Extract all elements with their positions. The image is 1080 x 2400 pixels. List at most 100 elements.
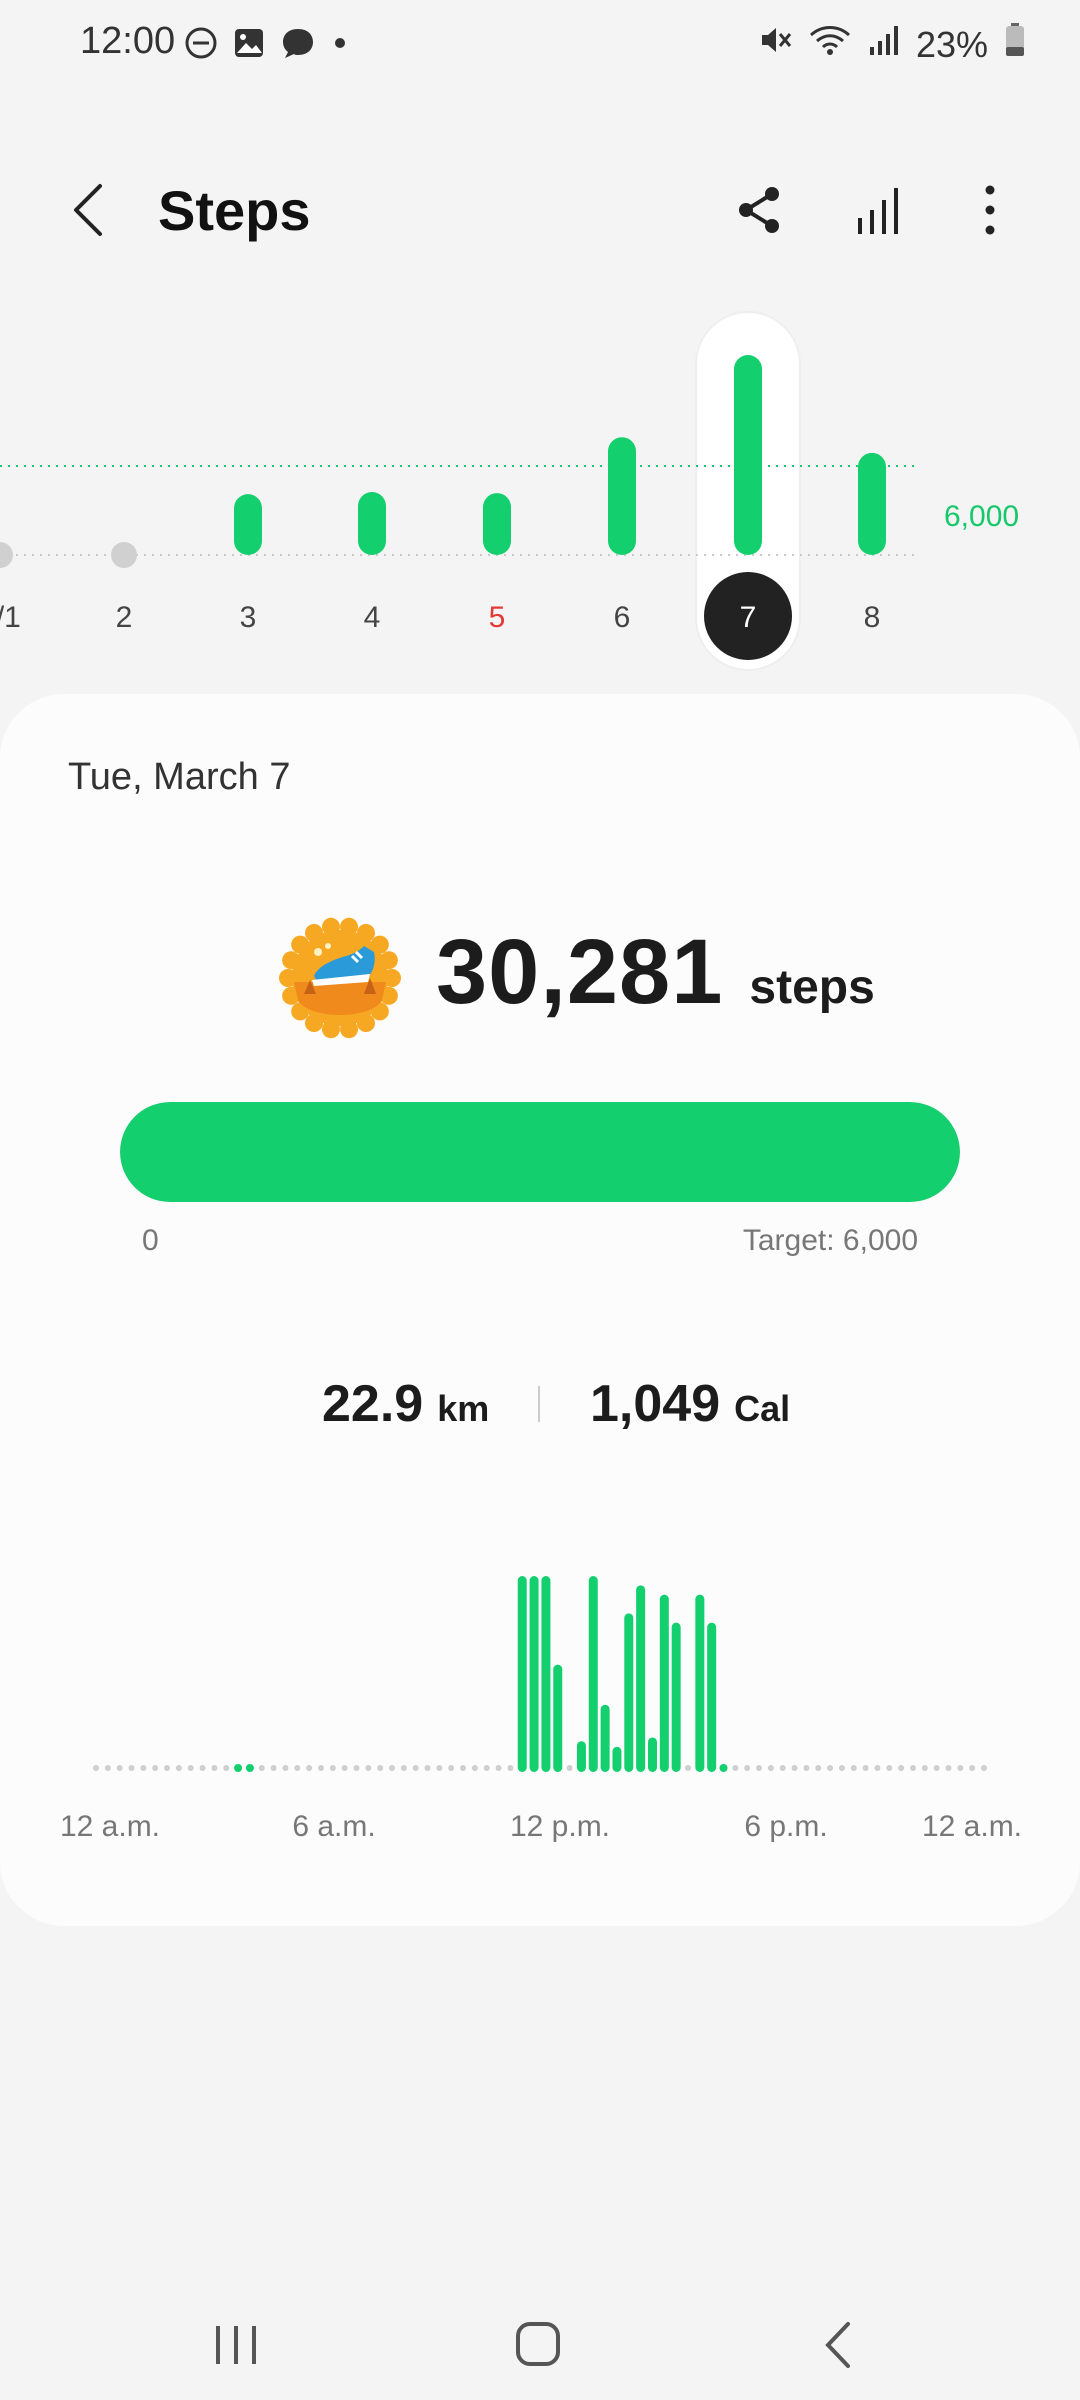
bar-chart-icon [858, 188, 898, 234]
x-tick-label: 12 a.m. [59, 1810, 161, 1843]
hourly-steps-chart[interactable]: 12 a.m. 6 a.m. 12 p.m. 6 p.m. 12 a.m. [0, 1554, 1080, 1874]
signal-icon [868, 23, 900, 66]
app-header: Steps [0, 160, 1080, 260]
hourly-bar[interactable] [529, 1576, 539, 1772]
weekly-steps-chart[interactable]: 3/1 2 3 4 5 6 7 8 6,000 [0, 300, 1080, 680]
distance-unit: km [437, 1388, 490, 1429]
hourly-bar[interactable] [517, 1576, 527, 1772]
x-tick-label: 12 a.m. [921, 1810, 1023, 1843]
hourly-steps-bars[interactable] [0, 1554, 1080, 1814]
hourly-dot [767, 1765, 774, 1771]
hourly-dot [507, 1765, 514, 1771]
hourly-bar[interactable] [553, 1664, 563, 1772]
week-day-label[interactable]: 3 [240, 601, 257, 634]
hourly-dot [779, 1765, 786, 1771]
steps-progress-fill [120, 1102, 960, 1202]
week-day-label[interactable]: 2 [116, 601, 133, 634]
hourly-dot [471, 1765, 478, 1771]
hourly-bar[interactable] [695, 1594, 705, 1772]
hourly-dot [306, 1765, 313, 1771]
hourly-bar[interactable] [659, 1594, 669, 1772]
distance-value: 22.9 [322, 1375, 424, 1433]
week-day-label[interactable]: 8 [864, 601, 881, 634]
hourly-dot [483, 1765, 490, 1771]
recents-icon [216, 2326, 256, 2364]
hourly-bar[interactable] [612, 1746, 622, 1772]
hourly-dot [329, 1765, 336, 1771]
week-bar-3[interactable] [234, 494, 262, 555]
hourly-bar[interactable] [576, 1741, 586, 1772]
week-bar-4[interactable] [358, 492, 386, 555]
status-time: 12:00 [80, 20, 176, 62]
back-button[interactable] [60, 178, 120, 242]
week-bar-8[interactable] [858, 452, 886, 555]
weekly-steps-bars[interactable]: 3/1 2 3 4 5 6 7 8 [0, 300, 1080, 680]
hourly-dot [909, 1765, 916, 1771]
hourly-dot [282, 1765, 289, 1771]
back-nav-button[interactable] [800, 2310, 880, 2380]
hourly-dot [732, 1765, 739, 1771]
hourly-dot [223, 1765, 230, 1771]
hourly-dot [294, 1765, 301, 1771]
hourly-dot [245, 1764, 254, 1772]
hourly-dot [199, 1765, 206, 1771]
x-tick-label: 12 p.m. [509, 1810, 611, 1843]
week-day-label[interactable]: 3/1 [0, 601, 21, 634]
hourly-dot [128, 1765, 135, 1771]
hourly-dot [175, 1765, 182, 1771]
share-button[interactable] [730, 180, 790, 240]
week-bar-2[interactable] [111, 542, 137, 568]
battery-icon [1004, 22, 1026, 67]
progress-min-label: 0 [142, 1224, 159, 1257]
calories-stat: 1,049 Cal [590, 1374, 790, 1434]
more-vert-icon [985, 185, 995, 235]
week-day-label[interactable]: 4 [364, 601, 381, 634]
steps-progress-bar [120, 1102, 960, 1202]
hourly-bar[interactable] [588, 1576, 598, 1772]
system-nav-bar [0, 2280, 1080, 2400]
trends-button[interactable] [850, 180, 910, 240]
week-bar-6[interactable] [608, 437, 636, 555]
week-day-label[interactable]: 5 [489, 601, 506, 634]
home-icon [516, 2322, 560, 2366]
hourly-bar[interactable] [600, 1704, 610, 1772]
hourly-dot [945, 1765, 952, 1771]
hourly-dot [862, 1765, 869, 1771]
hourly-bar[interactable] [647, 1737, 657, 1772]
home-button[interactable] [498, 2310, 578, 2380]
hourly-dot [850, 1765, 857, 1771]
hourly-bar[interactable] [707, 1622, 717, 1772]
x-tick-label: 6 a.m. [292, 1810, 376, 1843]
week-bar-7[interactable] [734, 355, 762, 555]
hourly-dot [566, 1765, 573, 1771]
day-summary-card: Tue, March 7 30,281 steps 0 Target: 6,00… [0, 694, 1080, 1926]
hourly-dot [270, 1765, 277, 1771]
more-options-button[interactable] [960, 180, 1020, 240]
hourly-dot [886, 1765, 893, 1771]
hourly-dot [898, 1765, 905, 1771]
week-day-label[interactable]: 6 [614, 601, 631, 634]
hourly-bar[interactable] [541, 1576, 551, 1772]
hourly-dot [791, 1765, 798, 1771]
hourly-bar[interactable] [671, 1622, 681, 1772]
recents-button[interactable] [196, 2310, 276, 2380]
progress-target-label: Target: 6,000 [742, 1224, 918, 1257]
hourly-dot [353, 1765, 360, 1771]
hourly-dot [495, 1765, 502, 1771]
week-day-label[interactable]: 7 [740, 601, 757, 634]
activity-stats: 22.9 km 1,049 Cal [0, 1374, 1080, 1454]
hourly-dot [424, 1765, 431, 1771]
selected-date: Tue, March 7 [68, 756, 291, 798]
battery-percent: 23% [915, 23, 988, 65]
calories-unit: Cal [734, 1388, 791, 1429]
week-bar-5[interactable] [483, 493, 511, 555]
week-bar-3/1[interactable] [0, 542, 13, 568]
steps-unit: steps [749, 961, 875, 1014]
dnd-icon [184, 26, 218, 65]
hourly-bar[interactable] [636, 1585, 646, 1772]
dot-icon [330, 26, 350, 65]
wifi-icon [808, 23, 852, 66]
hourly-dot [389, 1765, 395, 1771]
hourly-bar[interactable] [624, 1613, 634, 1772]
hourly-dot [164, 1765, 171, 1771]
